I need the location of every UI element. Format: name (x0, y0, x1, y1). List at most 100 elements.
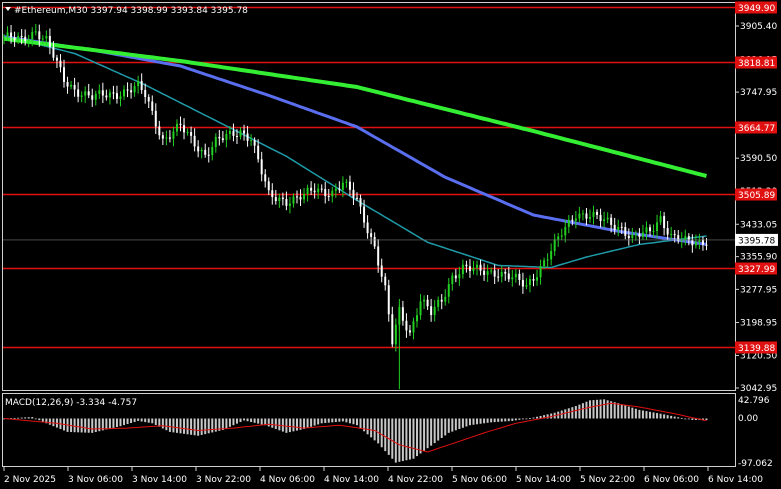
macd-bar (310, 418, 313, 427)
candle-body (638, 233, 641, 237)
macd-bar (324, 418, 327, 423)
candle-body (59, 60, 62, 68)
candle-body (324, 189, 327, 196)
macd-bar (419, 418, 422, 454)
macd-bar (165, 418, 168, 431)
candle-body (253, 140, 256, 146)
candle-body (444, 296, 447, 302)
macd-bar (521, 418, 524, 420)
candle-body (596, 211, 599, 215)
candle-body (394, 324, 397, 345)
level-label: 3505.89 (738, 191, 775, 201)
candle-body (292, 196, 295, 204)
candle-body (553, 239, 556, 252)
macd-bar (320, 418, 323, 424)
candle-body (41, 38, 44, 40)
candle-body (299, 196, 302, 200)
macd-bar (377, 418, 380, 444)
candle-body (17, 36, 20, 41)
candle-body (306, 187, 309, 195)
candle-body (641, 232, 644, 237)
macd-bar (461, 418, 464, 428)
macd-bar (416, 418, 419, 457)
candle-body (656, 222, 659, 231)
macd-bar (172, 418, 175, 433)
chart-canvas[interactable]: 3905.403826.153747.953669.753590.503512.… (0, 0, 781, 489)
candle-body (430, 306, 433, 316)
candle-body (458, 274, 461, 279)
macd-bar (20, 417, 23, 419)
macd-bar (183, 418, 186, 434)
macd-bar (317, 418, 320, 425)
candle-body (666, 228, 669, 235)
macd-bar (84, 418, 87, 433)
candle-body (571, 219, 574, 221)
macd-bar (430, 418, 433, 446)
macd-bar (536, 416, 539, 419)
macd-bar (246, 418, 249, 422)
macd-bar (73, 418, 76, 433)
candle-body (204, 149, 207, 155)
candle-body (310, 187, 313, 191)
macd-bar (94, 418, 97, 433)
macd-bar (147, 418, 150, 423)
macd-bar (38, 418, 41, 421)
macd-bar (130, 418, 133, 424)
macd-bar (338, 418, 341, 422)
candle-body (691, 240, 694, 246)
candle-body (87, 91, 90, 96)
macd-bar (345, 418, 348, 423)
macd-bar (596, 399, 599, 419)
candle-body (613, 224, 616, 231)
candle-body (200, 149, 203, 152)
macd-bar (641, 410, 644, 419)
macd-bar (691, 418, 694, 420)
macd-axis-zero: 0.00 (738, 414, 758, 424)
macd-bar (507, 418, 510, 422)
macd-bar (447, 418, 450, 433)
candle-body (465, 264, 468, 267)
candle-body (70, 84, 73, 87)
candle-body (271, 190, 274, 198)
candle-body (370, 233, 373, 237)
macd-bar (567, 408, 570, 419)
candle-body (673, 234, 676, 236)
macd-bar (267, 418, 270, 427)
macd-bar (193, 418, 196, 436)
macd-bar (518, 418, 521, 420)
candle-body (694, 242, 697, 246)
candle-body (588, 216, 591, 219)
candle-body (20, 36, 23, 38)
candle-body (165, 137, 168, 139)
candle-body (221, 138, 224, 141)
macd-bar (656, 413, 659, 419)
triangle-down-icon[interactable] (5, 7, 11, 11)
candle-body (585, 213, 588, 219)
candle-body (63, 67, 66, 82)
macd-bar (401, 418, 404, 462)
candle-body (161, 135, 164, 139)
ma-mid-line (3, 35, 707, 246)
candle-body (52, 47, 55, 58)
macd-bar (578, 404, 581, 419)
macd-bar (243, 418, 246, 421)
macd-bar (292, 418, 295, 432)
candle-body (408, 330, 411, 333)
level-label: 3949.90 (738, 4, 775, 14)
time-tick-label: 4 Nov 14:00 (324, 475, 379, 485)
macd-bar (331, 418, 334, 423)
price-tick-label: 3042.95 (740, 384, 777, 394)
macd-bar (257, 418, 260, 424)
candle-body (207, 154, 210, 156)
macd-bar (606, 400, 609, 419)
macd-bar (394, 418, 397, 463)
ma-fast-line (3, 35, 707, 269)
macd-bar (87, 418, 90, 433)
candle-body (433, 306, 436, 316)
candle-body (391, 314, 394, 345)
macd-bar (465, 418, 468, 427)
candle-body (451, 275, 454, 285)
macd-bar (211, 418, 214, 433)
candle-body (405, 320, 408, 331)
macd-bar (190, 418, 193, 435)
